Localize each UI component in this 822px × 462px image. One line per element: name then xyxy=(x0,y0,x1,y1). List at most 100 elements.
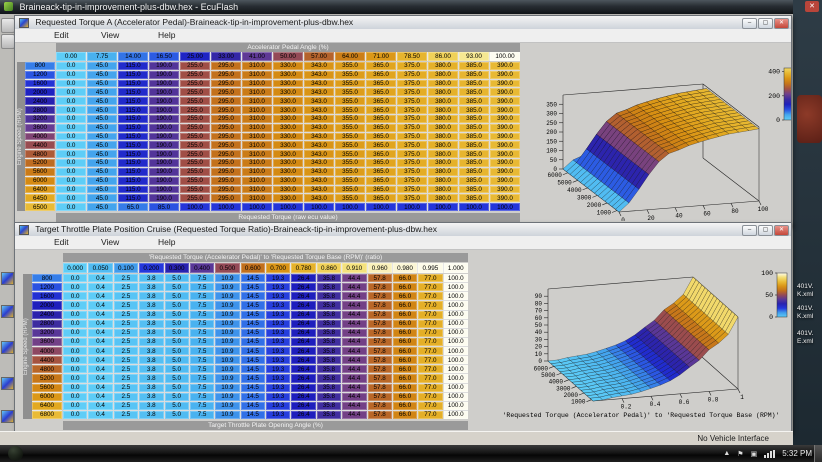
table-cell[interactable]: 355.0 xyxy=(335,141,365,149)
table-cell[interactable]: 3.8 xyxy=(139,311,163,319)
table-cell[interactable]: 57.8 xyxy=(368,320,392,328)
table-cell[interactable]: 7.5 xyxy=(190,365,214,373)
table-cell[interactable]: 44.4 xyxy=(342,374,366,382)
table-cell[interactable]: 0.0 xyxy=(56,97,86,105)
table-cell[interactable]: 57.8 xyxy=(368,411,392,419)
table-cell[interactable]: 380.0 xyxy=(428,88,458,96)
table-cell[interactable]: 45.0 xyxy=(87,133,117,141)
table-cell[interactable]: 0.0 xyxy=(56,177,86,185)
main-window-titlebar[interactable]: Braineack-tip-in-improvement-plus-dbw.he… xyxy=(0,0,793,14)
table-cell[interactable]: 375.0 xyxy=(397,150,427,158)
table-cell[interactable]: 375.0 xyxy=(397,177,427,185)
table-cell[interactable]: 295.0 xyxy=(211,177,241,185)
table-cell[interactable]: 255.0 xyxy=(180,177,210,185)
table-cell[interactable]: 310.0 xyxy=(242,168,272,176)
table-cell[interactable]: 0.4 xyxy=(88,384,112,392)
table-cell[interactable]: 35.8 xyxy=(317,411,341,419)
torque-window-titlebar[interactable]: Requested Torque A (Accelerator Pedal)-B… xyxy=(15,16,791,30)
table-cell[interactable]: 115.0 xyxy=(118,106,148,114)
table-cell[interactable]: 0.0 xyxy=(63,365,87,373)
row-header-cell[interactable]: 6400 xyxy=(32,402,62,410)
table-cell[interactable]: 355.0 xyxy=(335,88,365,96)
table-cell[interactable]: 255.0 xyxy=(180,124,210,132)
table-cell[interactable]: 330.0 xyxy=(273,186,303,194)
table-cell[interactable]: 19.3 xyxy=(266,347,290,355)
table-cell[interactable]: 35.8 xyxy=(317,393,341,401)
table-cell[interactable]: 7.5 xyxy=(190,292,214,300)
table-cell[interactable]: 295.0 xyxy=(211,80,241,88)
table-cell[interactable]: 14.5 xyxy=(241,301,265,309)
desktop-icon-xml-2[interactable]: 401V.K.xml xyxy=(797,305,813,321)
network-bars-icon[interactable] xyxy=(764,450,775,458)
table-cell[interactable]: 65.0 xyxy=(118,203,148,211)
table-cell[interactable]: 14.5 xyxy=(241,393,265,401)
table-cell[interactable]: 330.0 xyxy=(273,62,303,70)
table-cell[interactable]: 0.4 xyxy=(88,402,112,410)
table-cell[interactable]: 2.5 xyxy=(114,283,138,291)
table-cell[interactable]: 390.0 xyxy=(490,124,520,132)
table-cell[interactable]: 375.0 xyxy=(397,80,427,88)
table-cell[interactable]: 3.8 xyxy=(139,292,163,300)
table-cell[interactable]: 365.0 xyxy=(366,150,396,158)
table-cell[interactable]: 35.8 xyxy=(317,356,341,364)
table-cell[interactable]: 380.0 xyxy=(428,133,458,141)
row-header-cell[interactable]: 1200 xyxy=(32,283,62,291)
desktop-icon-xml-3[interactable]: 401V.E.xml xyxy=(797,330,813,346)
table-cell[interactable]: 66.0 xyxy=(393,402,417,410)
table-cell[interactable]: 385.0 xyxy=(459,106,489,114)
table-cell[interactable]: 0.4 xyxy=(88,356,112,364)
table-cell[interactable]: 365.0 xyxy=(366,97,396,105)
table-cell[interactable]: 66.0 xyxy=(393,283,417,291)
table-cell[interactable]: 100.0 xyxy=(444,374,468,382)
table-cell[interactable]: 10.9 xyxy=(215,338,239,346)
table-cell[interactable]: 10.9 xyxy=(215,402,239,410)
table-cell[interactable]: 35.8 xyxy=(317,283,341,291)
table-cell[interactable]: 44.4 xyxy=(342,329,366,337)
table-cell[interactable]: 14.5 xyxy=(241,320,265,328)
table-cell[interactable]: 44.4 xyxy=(342,320,366,328)
table-cell[interactable]: 115.0 xyxy=(118,124,148,132)
table-cell[interactable]: 100.0 xyxy=(211,203,241,211)
table-cell[interactable]: 365.0 xyxy=(366,177,396,185)
table-cell[interactable]: 390.0 xyxy=(490,168,520,176)
table-cell[interactable]: 0.0 xyxy=(56,71,86,79)
table-cell[interactable]: 255.0 xyxy=(180,80,210,88)
start-button[interactable] xyxy=(8,446,23,461)
table-cell[interactable]: 255.0 xyxy=(180,133,210,141)
table-cell[interactable]: 390.0 xyxy=(490,150,520,158)
table-cell[interactable]: 100.0 xyxy=(273,203,303,211)
column-header-cell[interactable]: 0.780 xyxy=(291,263,315,273)
table-cell[interactable]: 375.0 xyxy=(397,133,427,141)
table-cell[interactable]: 100.0 xyxy=(459,203,489,211)
row-header-cell[interactable]: 5600 xyxy=(32,384,62,392)
table-cell[interactable]: 10.9 xyxy=(215,274,239,282)
table-cell[interactable]: 390.0 xyxy=(490,186,520,194)
table-cell[interactable]: 66.0 xyxy=(393,393,417,401)
table-cell[interactable]: 310.0 xyxy=(242,159,272,167)
table-cell[interactable]: 0.4 xyxy=(88,283,112,291)
table-cell[interactable]: 7.5 xyxy=(190,274,214,282)
table-cell[interactable]: 77.0 xyxy=(418,329,442,337)
table-cell[interactable]: 57.8 xyxy=(368,329,392,337)
table-cell[interactable]: 14.5 xyxy=(241,365,265,373)
table-cell[interactable]: 44.4 xyxy=(342,274,366,282)
table-cell[interactable]: 190.0 xyxy=(149,177,179,185)
minimized-table-icon-1[interactable] xyxy=(1,272,14,285)
table-cell[interactable]: 5.0 xyxy=(165,402,189,410)
table-cell[interactable]: 77.0 xyxy=(418,274,442,282)
table-cell[interactable]: 385.0 xyxy=(459,186,489,194)
table-cell[interactable]: 0.4 xyxy=(88,338,112,346)
table-cell[interactable]: 3.8 xyxy=(139,374,163,382)
table-cell[interactable]: 330.0 xyxy=(273,150,303,158)
table-cell[interactable]: 0.0 xyxy=(56,115,86,123)
row-header-cell[interactable]: 1600 xyxy=(25,80,55,88)
table-cell[interactable]: 295.0 xyxy=(211,168,241,176)
table-cell[interactable]: 365.0 xyxy=(366,168,396,176)
table-cell[interactable]: 2.5 xyxy=(114,356,138,364)
table-cell[interactable]: 7.5 xyxy=(190,329,214,337)
table-cell[interactable]: 19.3 xyxy=(266,402,290,410)
table-cell[interactable]: 255.0 xyxy=(180,141,210,149)
table-cell[interactable]: 2.5 xyxy=(114,274,138,282)
table-cell[interactable]: 5.0 xyxy=(165,311,189,319)
table-cell[interactable]: 44.4 xyxy=(342,411,366,419)
